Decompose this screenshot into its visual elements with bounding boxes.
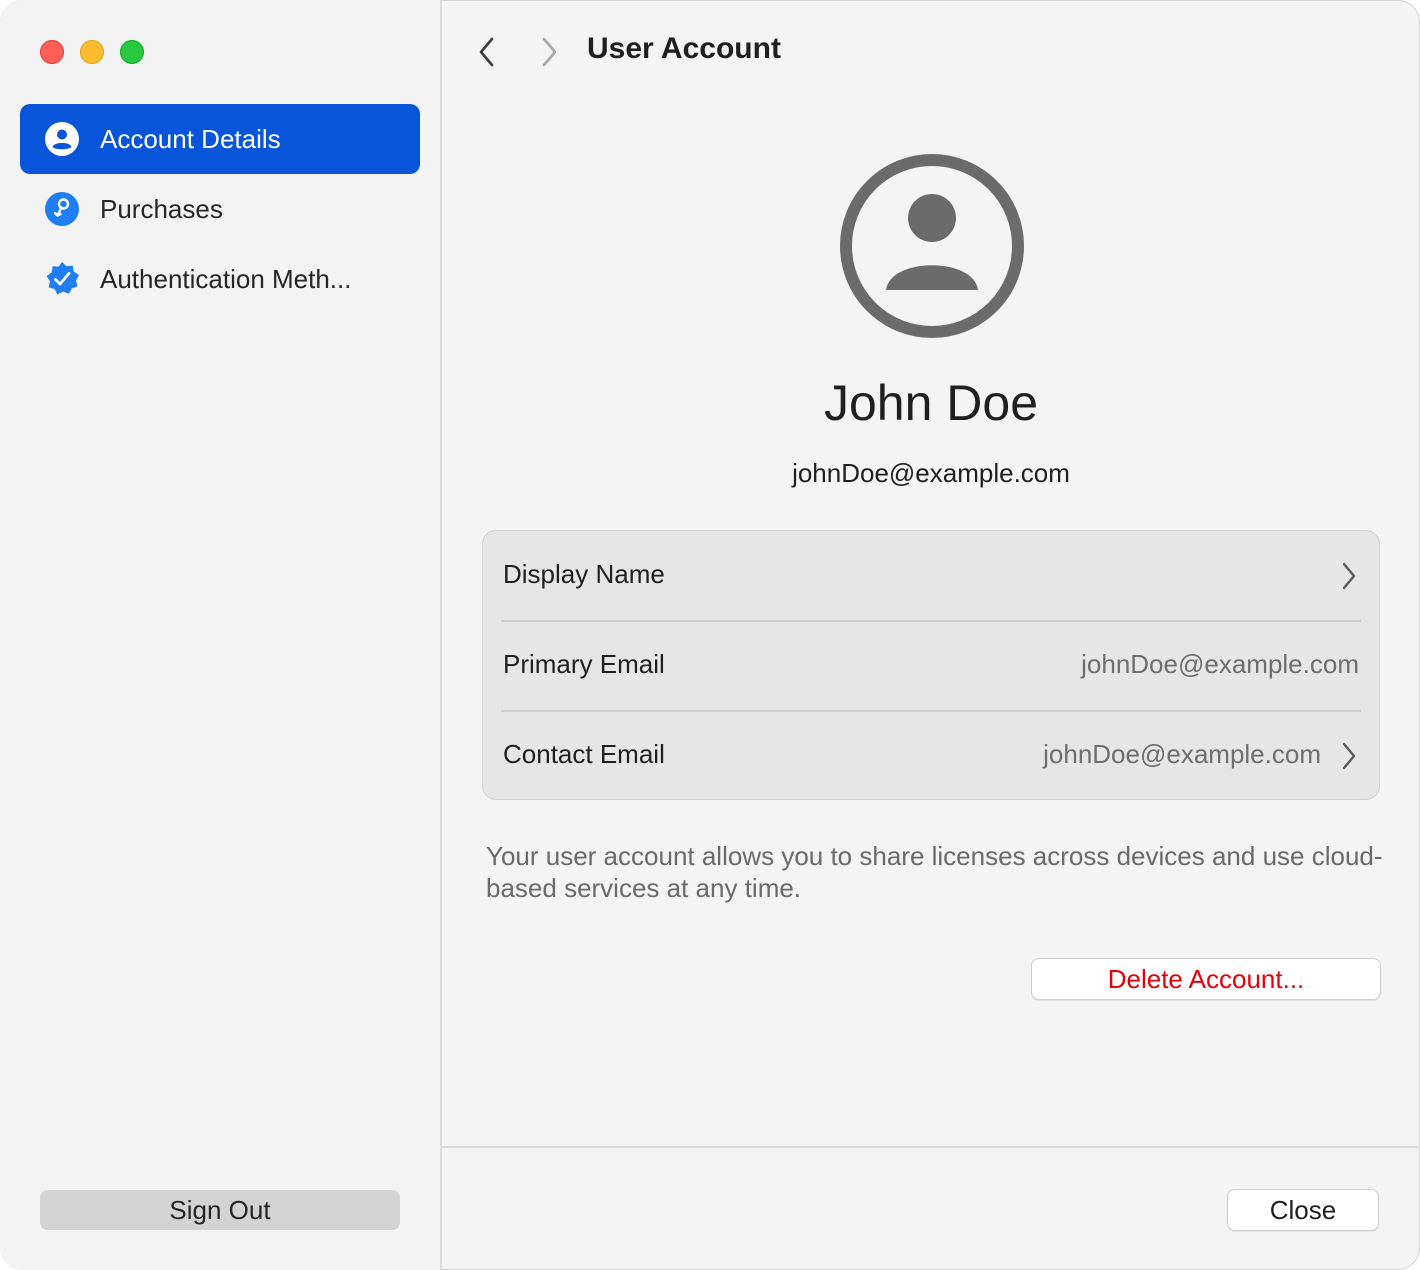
avatar-person-circle-icon: [840, 154, 1024, 338]
sidebar: Account Details Purchases Authentication…: [0, 0, 442, 1270]
sidebar-item-label: Account Details: [100, 123, 281, 154]
sidebar-item-account-details[interactable]: Account Details: [20, 104, 420, 174]
chevron-right-icon[interactable]: [534, 34, 564, 70]
close-button[interactable]: Close: [1227, 1189, 1379, 1231]
delete-account-button[interactable]: Delete Account...: [1031, 958, 1381, 1000]
row-label: Primary Email: [503, 649, 665, 679]
person-circle-icon: [45, 122, 79, 156]
sidebar-item-authentication-methods[interactable]: Authentication Meth...: [20, 244, 420, 314]
row-label: Display Name: [503, 559, 665, 589]
primary-email-row: Primary Email johnDoe@example.com: [483, 621, 1379, 711]
sidebar-item-label: Purchases: [100, 193, 223, 224]
sign-out-button[interactable]: Sign Out: [40, 1190, 400, 1230]
sidebar-item-label: Authentication Meth...: [100, 263, 352, 294]
close-window-button[interactable]: [40, 40, 64, 64]
row-value: johnDoe@example.com: [1043, 739, 1321, 769]
chevron-right-icon: [1342, 562, 1356, 590]
footer-divider: [442, 1146, 1420, 1148]
minimize-window-button[interactable]: [80, 40, 104, 64]
profile-name: John Doe: [823, 375, 1039, 431]
verified-checkmark-icon: [46, 262, 79, 295]
main-content: User Account John Doe johnDoe@example.co…: [442, 0, 1420, 1270]
row-label: Contact Email: [503, 739, 665, 769]
sidebar-item-purchases[interactable]: Purchases: [20, 174, 420, 244]
account-details-group: Display Name Primary Email johnDoe@examp…: [482, 530, 1380, 800]
chevron-right-icon: [1342, 742, 1356, 770]
user-account-window: Account Details Purchases Authentication…: [0, 0, 1420, 1270]
chevron-left-icon[interactable]: [472, 34, 502, 70]
page-title: User Account: [587, 32, 781, 65]
row-value: johnDoe@example.com: [1081, 649, 1359, 679]
profile-email: johnDoe@example.com: [792, 458, 1070, 488]
account-description: Your user account allows you to share li…: [486, 841, 1383, 903]
contact-email-row[interactable]: Contact Email johnDoe@example.com: [483, 711, 1379, 801]
purchases-icon: [45, 192, 79, 226]
zoom-window-button[interactable]: [120, 40, 144, 64]
display-name-row[interactable]: Display Name: [483, 531, 1379, 621]
